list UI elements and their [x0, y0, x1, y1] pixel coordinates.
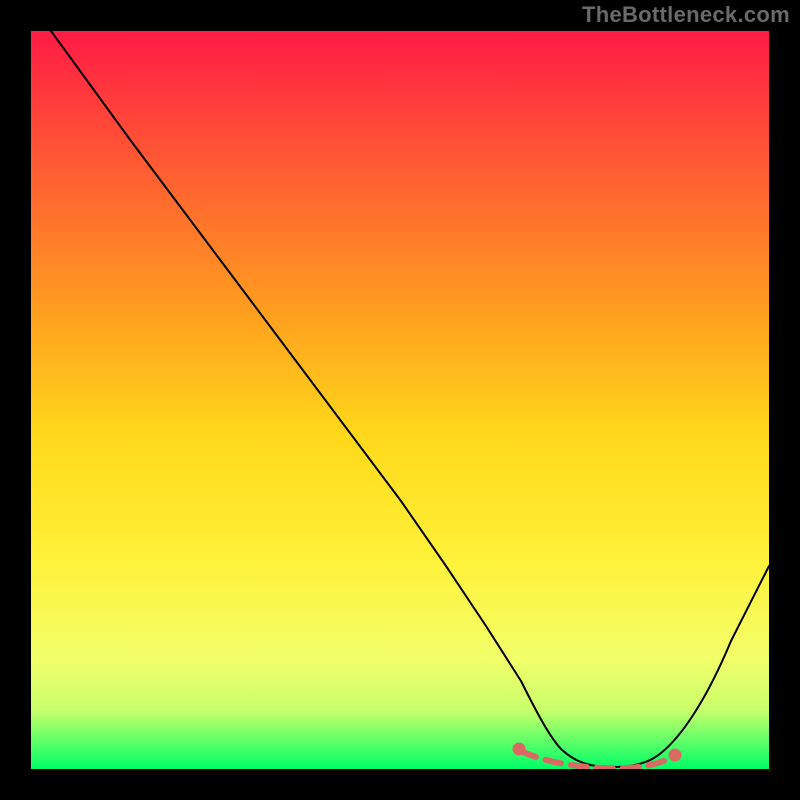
- watermark-text: TheBottleneck.com: [582, 2, 790, 28]
- marker-start: [513, 743, 525, 755]
- chart-frame: TheBottleneck.com: [0, 0, 800, 800]
- bottleneck-curve-svg: [31, 31, 769, 769]
- bottleneck-curve-line: [51, 31, 769, 767]
- marker-end: [669, 749, 681, 761]
- plot-area: [31, 31, 769, 769]
